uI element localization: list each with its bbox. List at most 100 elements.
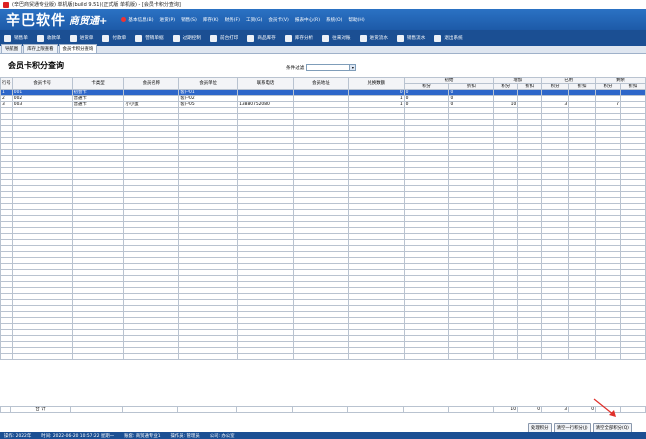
brand-logo: 辛巴软件 xyxy=(6,12,66,29)
toolbar-label: 进货流水 xyxy=(369,36,388,41)
receipt-icon xyxy=(36,34,44,42)
empty-cell xyxy=(237,353,294,360)
empty-cell xyxy=(595,353,621,360)
total-cell xyxy=(70,406,123,413)
points-table: 行号 会员卡号 卡类型 会员名称 会员单位 联系电话 会员地址 兑换数额 初始 … xyxy=(0,77,646,360)
status-account: 账套: 商贸通专业1 xyxy=(124,433,161,439)
toolbar-label: 付款单 xyxy=(112,36,127,41)
empty-cell xyxy=(292,353,349,360)
totals-table: 合 计 10 0 3 0 xyxy=(0,406,646,413)
toolbar-label: 往来对账 xyxy=(332,36,351,41)
empty-cell xyxy=(11,353,73,360)
menu-item-membercard[interactable]: 会员卡(V) xyxy=(268,17,289,23)
col-header-card: 会员卡号 xyxy=(11,77,73,90)
empty-cell xyxy=(448,353,495,360)
empty-cell xyxy=(541,353,570,360)
toolbar-label: 营销单据 xyxy=(145,36,164,41)
app-icon xyxy=(3,1,9,8)
total-used-points: 3 xyxy=(541,406,569,413)
payment-icon xyxy=(102,34,110,42)
toolbar-marketing[interactable]: 营销单据 xyxy=(135,34,164,42)
toolbar-purchase-flow[interactable]: 进货流水 xyxy=(359,34,388,42)
document-tabs: 导航图 库存上限查看 会员卡积分查询 xyxy=(0,44,646,54)
filter-label: 条件过滤 xyxy=(286,65,305,71)
status-company: 公司: 办公室 xyxy=(209,433,235,439)
toolbar-label: 销售流水 xyxy=(406,36,426,41)
filter-group: 条件过滤 ▾ xyxy=(286,64,357,71)
toolbar-label: 前台打印 xyxy=(219,36,239,41)
total-added-points: 10 xyxy=(493,406,518,413)
empty-cell xyxy=(0,353,13,360)
status-operation: 操作: 2022年 xyxy=(4,433,32,439)
total-added-discount: 0 xyxy=(517,406,542,413)
filter-select[interactable]: ▾ xyxy=(306,64,357,71)
menu-item-finance[interactable]: 财务(F) xyxy=(225,17,240,23)
menu-item-help[interactable]: 帮助(H) xyxy=(348,17,364,23)
toolbar-label: 退出系统 xyxy=(444,36,463,41)
toolbar-sales-order[interactable]: 销售单 xyxy=(4,34,28,42)
expiry-icon xyxy=(172,34,180,42)
empty-cell xyxy=(347,353,405,360)
app-banner: 辛巴软件 商贸通+ 基本信息(B) 进货(P) 销售(S) 库存(K) 财务(F… xyxy=(0,9,646,30)
total-cell xyxy=(292,406,348,413)
menu-item-salary[interactable]: 工资(G) xyxy=(246,17,262,23)
total-cell xyxy=(620,406,646,413)
chevron-down-icon[interactable]: ▾ xyxy=(349,65,356,70)
col-header-phone: 联系电话 xyxy=(237,77,294,90)
tab-stock-limit[interactable]: 库存上限查看 xyxy=(23,44,58,53)
toolbar-label: 库存分析 xyxy=(294,36,314,41)
reconcile-icon xyxy=(322,34,330,42)
toolbar-payment[interactable]: 付款单 xyxy=(102,34,127,42)
menu-bullet-icon xyxy=(121,17,127,22)
toolbar-reconcile[interactable]: 往来对账 xyxy=(322,34,351,42)
toolbar-receipt[interactable]: 收款单 xyxy=(36,34,61,42)
sales-order-icon xyxy=(4,34,11,42)
col-header-type: 卡类型 xyxy=(71,77,125,90)
empty-cell xyxy=(568,353,597,360)
status-operator: 操作员: 管理员 xyxy=(170,433,200,439)
analysis-icon xyxy=(284,34,292,42)
totals-row: 合 计 10 0 3 0 xyxy=(0,406,646,413)
menu-item-basic[interactable]: 基本信息(B) xyxy=(128,17,153,23)
toolbar-label: 进货单 xyxy=(79,36,94,41)
total-cell xyxy=(122,406,178,413)
toolbar-print[interactable]: 前台打印 xyxy=(209,34,239,42)
sales-flow-icon xyxy=(396,34,404,42)
toolbar-stock-analysis[interactable]: 库存分析 xyxy=(284,34,314,42)
toolbar-inventory[interactable]: 商品库存 xyxy=(247,34,276,42)
empty-cell xyxy=(178,353,239,360)
empty-cell xyxy=(619,353,646,360)
col-header-exchange: 兑换数额 xyxy=(347,77,405,90)
toolbar-label: 收款单 xyxy=(46,36,61,41)
total-cell xyxy=(403,406,449,413)
window-titlebar: (辛巴商贸通专业版) 单机版(build 9.51)(正式版 单机版) - [会… xyxy=(0,0,646,9)
menu-item-stock[interactable]: 库存(K) xyxy=(203,17,219,23)
total-cell xyxy=(448,406,494,413)
toolbar-sales-flow[interactable]: 销售流水 xyxy=(396,34,426,42)
marketing-icon xyxy=(135,34,143,42)
toolbar-exit[interactable]: 退出系统 xyxy=(434,34,463,42)
window-title: (辛巴商贸通专业版) 单机版(build 9.51)(正式版 单机版) - [会… xyxy=(12,2,181,8)
menu-item-purchase[interactable]: 进货(P) xyxy=(160,17,176,23)
toolbar-purchase-order[interactable]: 进货单 xyxy=(69,34,94,42)
purchase-flow-icon xyxy=(359,34,367,42)
table-row-empty xyxy=(0,353,646,360)
tab-member-points[interactable]: 会员卡积分查询 xyxy=(58,44,98,53)
toolbar-expiry[interactable]: 过期控制 xyxy=(172,34,201,42)
toolbar-label: 销售单 xyxy=(14,36,28,41)
tab-navigation[interactable]: 导航图 xyxy=(1,44,23,53)
print-icon xyxy=(209,34,217,42)
status-bar: 操作: 2022年 时间: 2022-06-20 10:57:22 星期一 账套… xyxy=(0,432,646,439)
menu-item-reports[interactable]: 报表中心(R) xyxy=(295,17,320,23)
col-header-rowno: 行号 xyxy=(0,77,13,90)
total-cell xyxy=(347,406,404,413)
status-time: 时间: 2022-06-20 10:57:22 星期一 xyxy=(41,433,115,439)
empty-cell xyxy=(71,353,125,360)
col-header-unit: 会员单位 xyxy=(178,77,239,90)
menu-item-system[interactable]: 系统(O) xyxy=(326,17,342,23)
menu-item-sales[interactable]: 销售(S) xyxy=(181,17,197,23)
exit-icon xyxy=(434,34,442,42)
empty-cell xyxy=(123,353,180,360)
page-title: 会员卡积分查询 xyxy=(8,61,64,70)
toolbar-label: 过期控制 xyxy=(182,36,201,41)
